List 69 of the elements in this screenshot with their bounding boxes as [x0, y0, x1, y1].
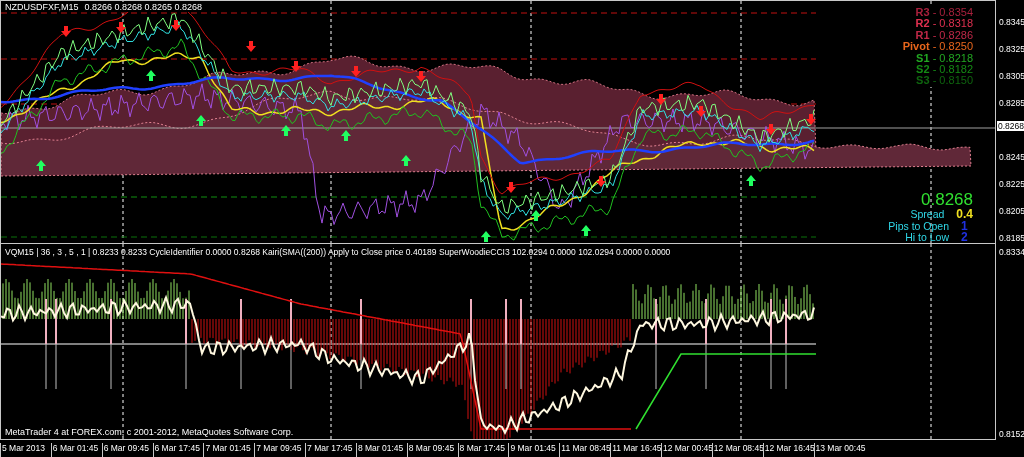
date-label: 11 Mar 16:45	[610, 443, 661, 457]
pivot-label: S3 - 0.8150	[916, 75, 973, 87]
pivot-label: R3 - 0.8354	[915, 7, 973, 19]
down-arrow-icon	[506, 182, 516, 193]
down-arrow-icon	[246, 41, 256, 52]
down-arrow-icon	[416, 71, 426, 82]
up-arrow-icon	[746, 175, 756, 186]
price-axis-label: 0.8345	[999, 17, 1024, 27]
up-arrow-icon	[401, 155, 411, 166]
stat-value: 2	[961, 232, 969, 243]
down-arrow-icon	[596, 176, 606, 187]
date-label: 6 Mar 01:45	[50, 443, 102, 457]
stat-value: 0.4	[956, 209, 973, 221]
current-price: 0.8268	[921, 191, 973, 209]
date-label: 8 Mar 17:45	[457, 443, 509, 457]
down-arrow-icon	[116, 22, 126, 33]
date-label: 7 Mar 09:45	[254, 443, 306, 457]
date-label: 6 Mar 17:45	[152, 443, 204, 457]
date-label: 12 Mar 00:45	[660, 443, 712, 457]
stat-label: Spread	[910, 209, 945, 221]
up-arrow-icon	[196, 115, 206, 126]
price-axis-label: 0.8325	[999, 44, 1024, 54]
stat-label: Hi to Low	[905, 232, 949, 243]
down-arrow-icon	[656, 94, 666, 105]
up-arrow-icon	[36, 160, 46, 171]
date-label: 8 Mar 01:45	[355, 443, 407, 457]
pivot-label: Pivot - 0.8250	[902, 41, 973, 53]
stat-label: Pips to Open	[888, 220, 949, 232]
price-axis-label: 0.8185	[999, 233, 1024, 243]
up-arrow-icon	[281, 125, 291, 136]
down-arrow-icon	[171, 20, 181, 31]
down-arrow-icon	[806, 114, 816, 125]
ohlc-values: 0.8266 0.8268 0.8265 0.8268	[84, 2, 203, 12]
stat-value: 1	[961, 220, 969, 232]
indicator-header: VQM15 | 36 , 3 , 5 , 1 | 0.8233 0.8233 CycleIdentifier 0.0000 0.8268 Kairi(SMA((200)) Apply to Close price 0.40189 SuperWoodieCCI3 102.0294 0.0000 102.0294 0.0000 0.0000	[5, 247, 671, 257]
down-arrow-icon	[61, 26, 71, 37]
price-axis-label: 0.8285	[999, 98, 1024, 108]
pivot-label: S2 - 0.8182	[916, 64, 973, 76]
down-arrow-icon	[696, 106, 706, 117]
current-price-tag: 0.8268	[997, 121, 1024, 131]
price-axis-label: 0.8305	[999, 71, 1024, 81]
date-label: 12 Mar 08:45	[711, 443, 763, 457]
price-axis-label: 0.8205	[999, 206, 1024, 216]
pivot-label: R1 - 0.8286	[915, 29, 973, 42]
date-label: 7 Mar 01:45	[203, 443, 255, 457]
date-label: 12 Mar 16:45	[762, 443, 814, 457]
up-arrow-icon	[146, 70, 156, 81]
copyright-text: MetaTrader 4 at FOREX.com, c 2001-2012, MetaQuotes Software Corp.	[5, 427, 294, 437]
pivot-label: R2 - 0.8318	[915, 18, 973, 30]
up-arrow-icon	[341, 130, 351, 141]
date-label: 13 Mar 00:45	[813, 443, 865, 457]
date-label: 11 Mar 08:45	[559, 443, 611, 457]
date-label: 5 Mar 2013	[0, 443, 51, 457]
pivot-label: S1 - 0.8218	[916, 52, 973, 65]
price-axis-label: 0.8152	[999, 429, 1024, 439]
date-label: 9 Mar 01:45	[508, 443, 560, 457]
up-arrow-icon	[581, 225, 591, 236]
price-axis-label: 0.8334	[999, 247, 1024, 257]
date-label: 6 Mar 09:45	[101, 443, 153, 457]
date-label: 7 Mar 17:45	[305, 443, 356, 457]
down-arrow-icon	[291, 61, 301, 72]
down-arrow-icon	[766, 124, 776, 135]
price-axis-label: 0.8245	[999, 152, 1024, 162]
up-arrow-icon	[481, 231, 491, 242]
date-label: 8 Mar 09:45	[406, 443, 458, 457]
up-arrow-icon	[531, 210, 541, 221]
price-axis-label: 0.8225	[999, 179, 1024, 189]
symbol-label: NZDUSDFXF,M15	[5, 2, 79, 12]
down-arrow-icon	[351, 66, 361, 77]
